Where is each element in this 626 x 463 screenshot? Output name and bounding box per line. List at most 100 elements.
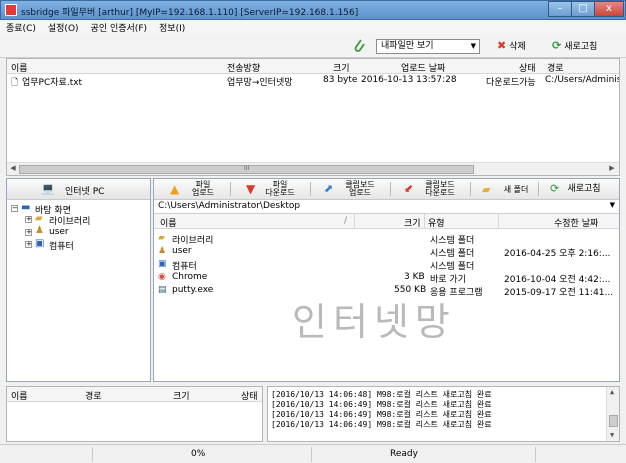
clipboard-download-icon: ⬋ — [404, 182, 414, 195]
column-header-type[interactable]: 유형 — [428, 216, 445, 229]
tree-collapse-icon[interactable]: − — [11, 205, 18, 212]
chevron-down-icon: ▼ — [470, 42, 476, 50]
status-bar: 0% Ready — [0, 444, 626, 463]
menu-item-info[interactable]: 정보(I) — [153, 20, 191, 34]
upload-icon: ▲ — [170, 182, 180, 196]
tree-expand-icon[interactable]: + — [25, 241, 32, 248]
list-item[interactable]: ♟ user 시스템 폴더 2016-04-25 오후 2:16:... — [154, 246, 619, 259]
column-header-modified[interactable]: 수정한 날짜 — [554, 216, 598, 229]
transfer-list: 이름 전송방향 크기 업로드 날짜 상태 경로 🗋 업무PC자료.txt 업무망… — [6, 58, 620, 176]
file-type: 시스템 폴더 — [430, 262, 475, 272]
column-header-name[interactable]: 이름 — [11, 61, 28, 74]
tree-item-user[interactable]: user — [49, 227, 69, 237]
file-upload-button[interactable]: 파일 업로드 — [186, 181, 220, 197]
app-icon — [5, 4, 17, 16]
maximize-button[interactable]: □ — [571, 1, 595, 17]
clip-download-label-2: 다운로드 — [425, 188, 455, 197]
upload-label-2: 업로드 — [191, 188, 215, 197]
tree-expand-icon[interactable]: + — [25, 229, 32, 236]
user-folder-icon: ♟ — [158, 246, 167, 256]
menu-item-certificate[interactable]: 공인 인증서(F) — [85, 20, 153, 34]
scroll-thumb[interactable]: III — [19, 165, 474, 174]
list-item[interactable]: ▰ 라이브러리 시스템 폴더 — [154, 233, 619, 246]
title-bar: ssbridge 파일무버 [arthur] [MyIP=192.168.1.1… — [0, 0, 626, 20]
scroll-up-icon[interactable]: ▲ — [610, 388, 614, 396]
column-header-status[interactable]: 상태 — [519, 61, 536, 74]
column-header-upload-date[interactable]: 업로드 날짜 — [401, 61, 445, 74]
file-filter-select[interactable]: 내파일만 보기 ▼ — [376, 39, 480, 54]
local-tree-panel: 💻 인터넷 PC − ▬ 바탕 화면 + ▰ 라이브러리 + ♟ user + … — [6, 178, 151, 382]
path-dropdown-icon[interactable]: ▼ — [610, 201, 615, 209]
file-refresh-button[interactable]: 새로고침 — [566, 185, 602, 201]
library-folder-icon: ▰ — [158, 233, 165, 243]
file-type: 바로 가기 — [430, 275, 466, 285]
scroll-right-icon[interactable]: ▶ — [607, 164, 617, 172]
computer-icon: 💻 — [41, 182, 55, 195]
scroll-thumb[interactable] — [609, 415, 618, 427]
tree-item-library[interactable]: 라이브러리 — [49, 214, 90, 227]
log-vscrollbar[interactable]: ▲ ▼ — [606, 387, 619, 441]
new-folder-button[interactable]: 새 폴더 — [498, 185, 534, 201]
transfer-hscrollbar[interactable]: ◀ III ▶ — [7, 162, 619, 175]
file-type: 시스템 폴더 — [430, 236, 475, 246]
list-item[interactable]: ◉ Chrome 3 KB 바로 가기 2016-10-04 오전 4:42:.… — [154, 272, 619, 285]
clipboard-upload-icon: ⬈ — [324, 182, 334, 195]
column-header-name[interactable]: 이름 — [160, 216, 177, 229]
file-type: 시스템 폴더 — [430, 249, 475, 259]
queue-column-size[interactable]: 크기 — [173, 389, 190, 402]
minimize-button[interactable]: – — [548, 1, 572, 17]
column-header-direction[interactable]: 전송방향 — [227, 61, 260, 74]
file-toolbar: ▲ 파일 업로드 ▼ 파일 다운로드 ⬈ 클립보드 업로드 ⬋ 클립보드 다운로드 ▰ … — [154, 179, 619, 200]
close-button[interactable]: x — [594, 1, 624, 17]
row-direction: 업무망→인터넷망 — [227, 78, 293, 88]
chrome-icon: ◉ — [158, 272, 166, 282]
download-icon: ▼ — [246, 182, 256, 196]
transfer-list-header: 이름 전송방향 크기 업로드 날짜 상태 경로 — [7, 59, 619, 74]
file-date: 2016-10-04 오전 4:42:... — [504, 275, 611, 285]
clipboard-download-button[interactable]: 클립보드 다운로드 — [420, 181, 460, 197]
column-header-path[interactable]: 경로 — [547, 61, 564, 74]
menu-bar: 종료(C) 설정(O) 공인 인증서(F) 정보(I) — [0, 20, 626, 34]
file-name: user — [172, 246, 192, 256]
list-item[interactable]: ▣ 컴퓨터 시스템 폴더 — [154, 259, 619, 272]
computer-small-icon: ▣ — [158, 259, 167, 269]
file-browser-panel: ▲ 파일 업로드 ▼ 파일 다운로드 ⬈ 클립보드 업로드 ⬋ 클립보드 다운로드 ▰ … — [153, 178, 620, 382]
row-name: 업무PC자료.txt — [22, 78, 83, 88]
putty-icon: ▤ — [158, 285, 167, 295]
refresh-icon: ⟳ — [552, 39, 562, 52]
file-name: 라이브러리 — [172, 236, 214, 246]
menu-item-settings[interactable]: 설정(O) — [42, 20, 85, 34]
queue-column-name[interactable]: 이름 — [11, 389, 28, 402]
table-row[interactable]: 🗋 업무PC자료.txt 업무망→인터넷망 83 byte 2016-10-13… — [7, 75, 619, 88]
download-label-2: 다운로드 — [265, 188, 295, 197]
desktop-icon: ▬ — [21, 202, 31, 213]
panel-header: 💻 인터넷 PC — [7, 179, 150, 200]
refresh-icon: ⟳ — [550, 182, 560, 195]
progress-text: 0% — [191, 449, 206, 459]
delete-button[interactable]: ✖ 삭제 — [497, 37, 526, 55]
tree-expand-icon[interactable]: + — [25, 216, 32, 223]
queue-column-path[interactable]: 경로 — [85, 389, 102, 402]
file-download-button[interactable]: 파일 다운로드 — [260, 181, 300, 197]
window-title: ssbridge 파일무버 [arthur] [MyIP=192.168.1.1… — [21, 8, 359, 18]
refresh-button[interactable]: ⟳ 새로고침 — [552, 37, 597, 55]
column-header-size[interactable]: 크기 — [404, 216, 421, 229]
delete-label: 삭제 — [509, 42, 526, 52]
column-header-size[interactable]: 크기 — [333, 61, 350, 74]
file-name: 컴퓨터 — [172, 262, 197, 272]
file-doc-icon: 🗋 — [11, 78, 19, 88]
file-filter-value: 내파일만 보기 — [381, 41, 434, 51]
file-list-header: 이름 / 크기 유형 수정한 날짜 — [154, 214, 619, 229]
tree-item-computer[interactable]: 컴퓨터 — [49, 239, 74, 252]
clipboard-upload-button[interactable]: 클립보드 업로드 — [340, 181, 380, 197]
row-date: 2016-10-13 13:57:28 — [361, 75, 457, 85]
row-status: 다운로드가능 — [486, 78, 536, 88]
file-name: putty.exe — [172, 285, 214, 295]
path-bar[interactable]: C:\Users\Administrator\Desktop ▼ — [154, 200, 619, 214]
menu-item-exit[interactable]: 종료(C) — [0, 20, 42, 34]
current-path[interactable]: C:\Users\Administrator\Desktop — [158, 201, 300, 211]
scroll-down-icon[interactable]: ▼ — [610, 431, 614, 439]
queue-column-status[interactable]: 상태 — [241, 389, 258, 402]
scroll-left-icon[interactable]: ◀ — [8, 164, 18, 172]
library-folder-icon: ▰ — [35, 213, 43, 224]
